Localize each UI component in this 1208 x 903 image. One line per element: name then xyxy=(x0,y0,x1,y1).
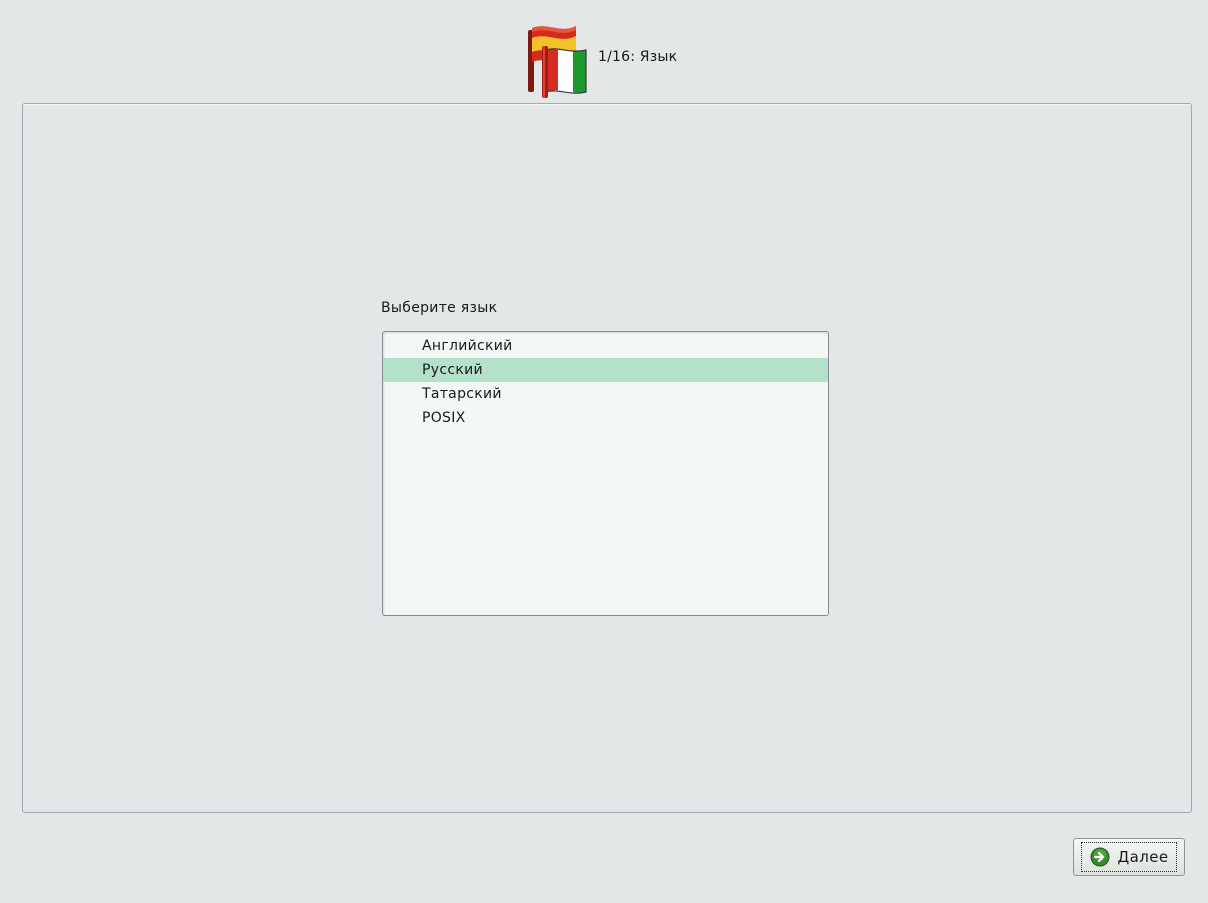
next-button-label: Далее xyxy=(1117,848,1169,866)
language-item-tatar[interactable]: Татарский xyxy=(383,382,828,406)
flag-icon xyxy=(528,26,587,98)
next-button-focus-ring: Далее xyxy=(1080,842,1178,872)
language-item-russian[interactable]: Русский xyxy=(383,358,828,382)
step-header: 1/16: Язык xyxy=(518,20,677,100)
language-item-english[interactable]: Английский xyxy=(383,334,828,358)
next-button[interactable]: Далее xyxy=(1073,838,1185,876)
language-list-label: Выберите язык xyxy=(381,300,498,316)
language-list[interactable]: Английский Русский Татарский POSIX xyxy=(382,331,829,616)
language-item-posix[interactable]: POSIX xyxy=(383,406,828,430)
arrow-right-circle-icon xyxy=(1090,847,1110,867)
page-title: 1/16: Язык xyxy=(598,49,678,65)
installer-window: 1/16: Язык Выберите язык Английский Русс… xyxy=(0,0,1208,903)
